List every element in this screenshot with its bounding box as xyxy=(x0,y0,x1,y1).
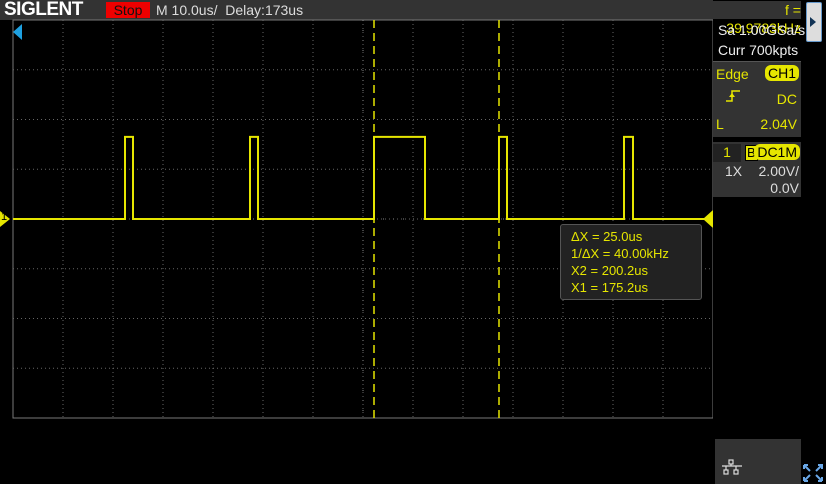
frequency-counter: f = 39.9783kHz xyxy=(713,1,801,36)
channel-number: 1 xyxy=(713,144,741,162)
vertical-scale: 2.00V/ xyxy=(758,163,799,179)
cursor-inverse-delta-x: 1/ΔX = 40.00kHz xyxy=(571,246,669,261)
fullscreen-icon[interactable] xyxy=(802,463,824,483)
trigger-position-marker[interactable] xyxy=(13,24,22,40)
trigger-panel[interactable]: Edge CH1 DC L 2.04V xyxy=(713,61,801,137)
cursor-measurement-box: ΔX = 25.0us 1/ΔX = 40.00kHz X2 = 200.2us… xyxy=(560,224,702,300)
trigger-coupling: DC xyxy=(776,91,797,107)
channel1-panel[interactable]: 1 B DC1M 1X 2.00V/ 0.0V xyxy=(713,142,801,197)
network-icon xyxy=(722,459,742,475)
rising-edge-icon xyxy=(726,90,740,102)
trigger-level: 2.04V xyxy=(760,116,797,132)
status-area xyxy=(715,439,801,484)
probe-attenuation: 1X xyxy=(725,163,743,179)
trigger-level-label: L xyxy=(716,116,724,132)
memory-depth: Curr 700kpts xyxy=(718,42,799,58)
channel1-marker-label: 1 xyxy=(1,211,8,223)
cursor-x1: X1 = 175.2us xyxy=(571,280,648,295)
side-menu-toggle-button[interactable] xyxy=(806,2,822,42)
vertical-offset: 0.0V xyxy=(770,180,799,196)
arrow-right-icon xyxy=(810,17,816,27)
trigger-level-marker[interactable] xyxy=(703,210,713,228)
cursor-x2: X2 = 200.2us xyxy=(571,263,648,278)
trigger-source: CH1 xyxy=(764,65,799,81)
trigger-type: Edge xyxy=(716,66,749,82)
cursor-delta-x: ΔX = 25.0us xyxy=(571,229,643,244)
channel1-trace xyxy=(13,135,713,220)
waveform-display[interactable] xyxy=(0,0,713,420)
channel-coupling: DC1M xyxy=(754,144,800,160)
sample-rate: Sa 1.00GSa/s xyxy=(718,22,806,38)
